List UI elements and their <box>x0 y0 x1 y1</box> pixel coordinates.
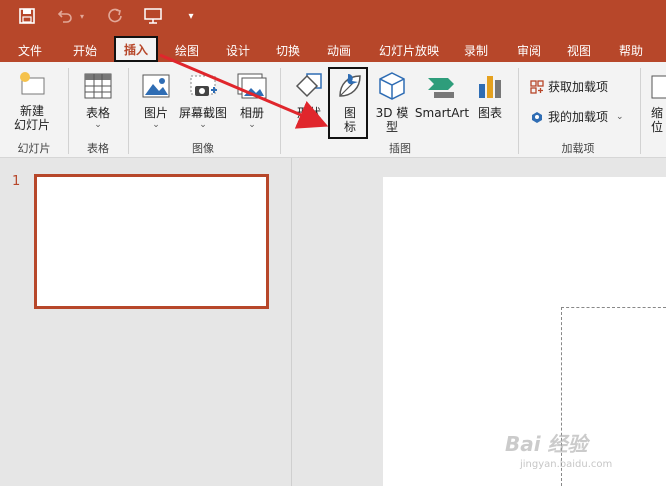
zoom-button[interactable]: 缩 位 <box>648 70 666 134</box>
quick-access-toolbar: ▾ ▾ <box>0 0 666 32</box>
table-icon <box>84 73 112 99</box>
zoom-icon <box>651 75 666 99</box>
tab-animations[interactable]: 动画 <box>322 38 356 62</box>
watermark-url: jingyan.baidu.com <box>520 459 613 470</box>
smartart-label: SmartArt <box>414 106 470 120</box>
chevron-down-icon: ⌄ <box>94 120 102 130</box>
shapes-icon <box>295 73 322 98</box>
store-icon <box>530 79 544 94</box>
my-addins-button[interactable]: 我的加载项 ⌄ <box>530 108 624 125</box>
icons-highlight-box <box>328 67 368 139</box>
my-addins-label: 我的加载项 <box>548 110 609 124</box>
new-slide-icon <box>20 72 45 95</box>
chevron-down-icon: ⌄ <box>305 120 313 130</box>
photo-album-icon <box>237 73 267 99</box>
screenshot-button[interactable]: 屏幕截图 ⌄ <box>176 70 230 130</box>
redo-icon[interactable] <box>106 7 124 25</box>
slide-thumbnail[interactable] <box>34 174 269 309</box>
group-label-slides: 幻灯片 <box>17 142 51 155</box>
present-icon[interactable] <box>144 7 162 25</box>
undo-icon[interactable] <box>56 7 74 25</box>
tab-file[interactable]: 文件 <box>14 38 46 62</box>
tab-design[interactable]: 设计 <box>222 38 254 62</box>
tab-home[interactable]: 开始 <box>68 38 102 62</box>
tab-record[interactable]: 录制 <box>460 38 492 62</box>
chevron-down-icon: ⌄ <box>199 120 207 130</box>
group-label-illustrations: 插图 <box>389 142 411 155</box>
new-slide-label-2: 幻灯片 <box>13 118 50 132</box>
slide-number: 1 <box>12 174 21 189</box>
group-label-tables: 表格 <box>87 142 109 155</box>
tab-help[interactable]: 帮助 <box>614 38 648 62</box>
chart-button[interactable]: 图表 <box>472 70 508 120</box>
get-addins-button[interactable]: 获取加载项 <box>530 78 608 95</box>
tab-insert[interactable]: 插入 <box>114 36 158 62</box>
ribbon: 新建 幻灯片 幻灯片 表格 ⌄ 表格 图片 ⌄ 屏幕截图 ⌄ 相册 ⌄ 图像 形… <box>0 62 666 158</box>
photo-album-label: 相册 <box>239 106 264 120</box>
smartart-button[interactable]: SmartArt <box>414 70 470 120</box>
separator <box>518 68 519 154</box>
chart-label: 图表 <box>477 106 502 120</box>
ribbon-tabs: 文件 开始 插入 绘图 设计 切换 动画 幻灯片放映 录制 审阅 视图 帮助 <box>0 32 666 62</box>
picture-button[interactable]: 图片 ⌄ <box>138 70 174 130</box>
table-label: 表格 <box>85 106 110 120</box>
picture-label: 图片 <box>143 106 168 120</box>
separator <box>640 68 641 154</box>
group-label-addins: 加载项 <box>561 142 595 155</box>
watermark: Bai 经验 <box>505 432 588 456</box>
picture-icon <box>142 74 170 98</box>
tab-transitions[interactable]: 切换 <box>272 38 304 62</box>
new-slide-label-1: 新建 <box>19 104 44 118</box>
tab-slideshow[interactable]: 幻灯片放映 <box>376 38 442 62</box>
screenshot-icon <box>190 75 217 96</box>
separator <box>128 68 129 154</box>
my-addins-icon <box>532 111 542 123</box>
zoom-label-1: 缩 <box>650 106 663 120</box>
tab-view[interactable]: 视图 <box>562 38 596 62</box>
chevron-down-icon: ⌄ <box>152 120 160 130</box>
chevron-down-icon: ⌄ <box>248 120 256 130</box>
new-slide-button[interactable]: 新建 幻灯片 <box>6 68 58 132</box>
shapes-button[interactable]: 形状 ⌄ <box>290 70 328 130</box>
screenshot-label: 屏幕截图 <box>178 106 227 120</box>
table-button[interactable]: 表格 ⌄ <box>76 70 120 130</box>
chevron-down-icon: ⌄ <box>616 111 624 122</box>
photo-album-button[interactable]: 相册 ⌄ <box>234 70 270 130</box>
save-icon[interactable] <box>18 7 36 25</box>
customize-qat-icon[interactable]: ▾ <box>182 7 200 25</box>
separator <box>68 68 69 154</box>
3d-models-label-2: 型 <box>385 120 398 134</box>
bar-chart-icon <box>479 76 501 98</box>
get-addins-label: 获取加载项 <box>548 80 609 94</box>
separator <box>280 68 281 154</box>
cube-icon <box>379 72 405 100</box>
chevron-down-icon[interactable]: ▾ <box>78 7 86 25</box>
3d-models-label-1: 3D 模 <box>375 106 409 120</box>
3d-models-button[interactable]: 3D 模 型 <box>372 70 412 134</box>
zoom-label-2: 位 <box>650 120 663 134</box>
group-label-images: 图像 <box>192 142 214 155</box>
tab-draw[interactable]: 绘图 <box>170 38 204 62</box>
smartart-icon <box>428 78 454 98</box>
shapes-label: 形状 <box>296 106 321 120</box>
tab-review[interactable]: 审阅 <box>512 38 546 62</box>
